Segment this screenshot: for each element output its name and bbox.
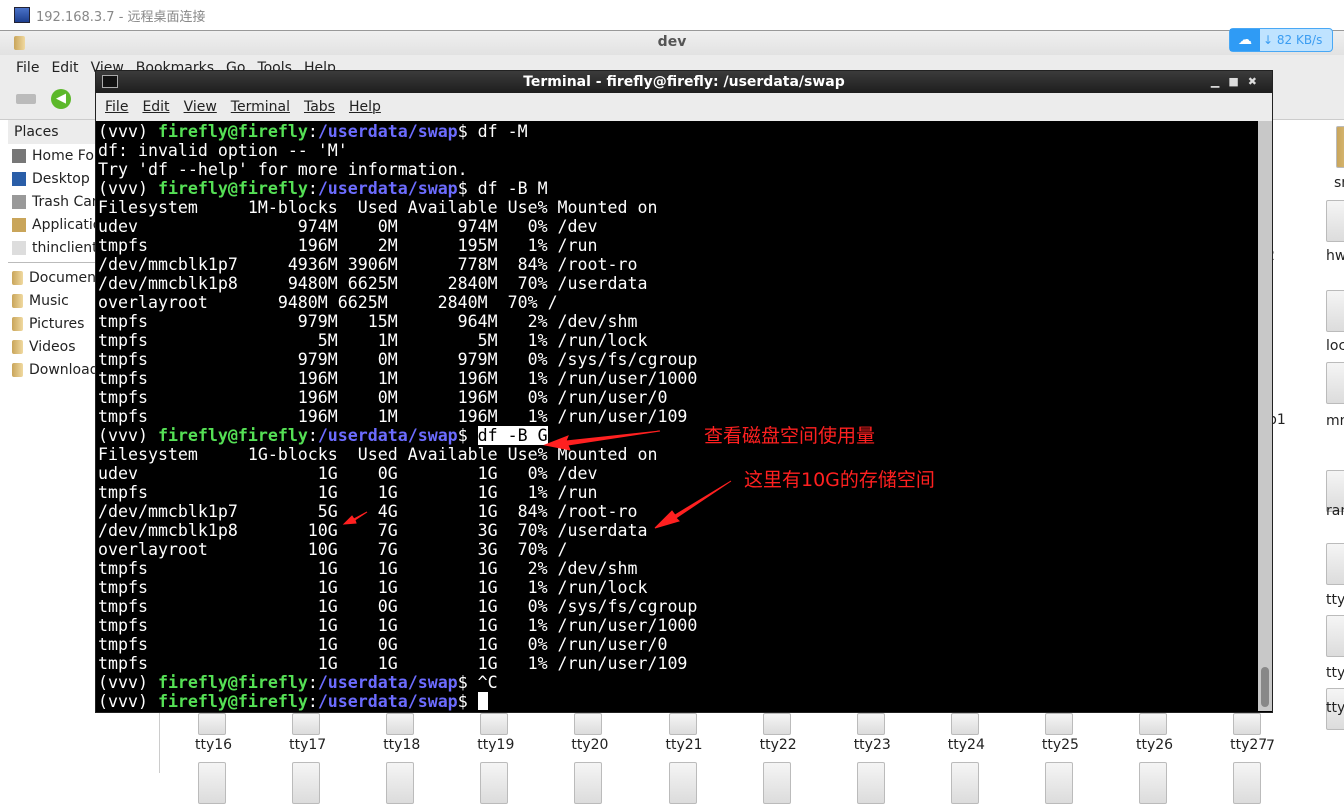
arrow-to-userdata [654, 480, 732, 529]
annotation-check-disk: 查看磁盘空间使用量 [704, 425, 876, 447]
annotation-storage: 这里有10G的存储空间 [744, 469, 935, 491]
arrow-to-command [543, 430, 661, 451]
annotation-arrows [342, 430, 732, 529]
arrow-to-10g [342, 511, 368, 525]
